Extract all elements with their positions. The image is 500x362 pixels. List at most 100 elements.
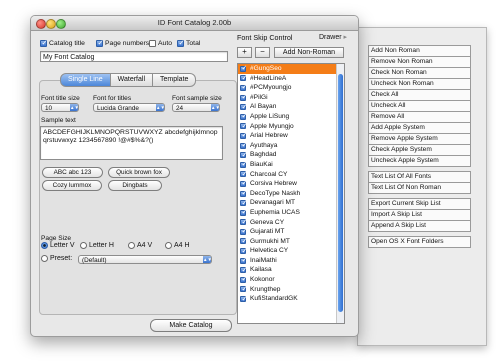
- checkbox-checked-icon: [240, 208, 247, 218]
- checkbox-checked-icon: [240, 74, 247, 83]
- radio-letter-h[interactable]: Letter H: [80, 242, 114, 249]
- checkbox-checked-icon: [240, 256, 247, 266]
- list-item[interactable]: Charcoal CY: [238, 170, 344, 179]
- list-item[interactable]: Ayuthaya: [238, 141, 344, 151]
- open-font-folders-button[interactable]: Open OS X Font Folders: [368, 236, 471, 248]
- font-title-size-select[interactable]: 10 ▲▼: [41, 103, 79, 112]
- checkbox-checked-icon: [240, 64, 247, 74]
- list-item[interactable]: InaiMathi: [238, 256, 344, 266]
- font-for-titles-select[interactable]: Lucida Grande ▲▼: [93, 103, 165, 112]
- font-name: Helvetica CY: [250, 247, 289, 255]
- font-name: KufiStandardGK: [250, 295, 298, 303]
- list-scrollbar[interactable]: [336, 64, 344, 323]
- list-item[interactable]: BiauKai: [238, 160, 344, 170]
- list-item[interactable]: #HeadLineA: [238, 74, 344, 83]
- checkbox-checked-icon: [240, 131, 247, 141]
- preset-abc-button[interactable]: ABC abc 123: [42, 167, 103, 178]
- list-item[interactable]: KufiStandardGK: [238, 294, 344, 304]
- font-for-titles-label: Font for titles: [93, 95, 132, 102]
- list-item[interactable]: Helvetica CY: [238, 246, 344, 256]
- main-window: ID Font Catalog 2.00b Catalog title Page…: [30, 15, 359, 337]
- list-item[interactable]: Euphemia UCAS: [238, 208, 344, 218]
- preset-value: (Default): [82, 257, 107, 264]
- font-name: Charcoal CY: [250, 170, 288, 178]
- radio-preset[interactable]: Preset:: [41, 255, 72, 262]
- preset-select[interactable]: (Default) ▲▼: [78, 255, 212, 264]
- tab-template[interactable]: Template: [153, 73, 197, 87]
- checkbox-checked-icon: [240, 189, 247, 199]
- list-item[interactable]: Kokonor: [238, 275, 344, 285]
- checkbox-checked-icon: [240, 199, 247, 208]
- remove-font-button[interactable]: −: [255, 47, 270, 58]
- font-sample-size-value: 24: [176, 105, 184, 112]
- checkbox-checked-icon: [240, 247, 247, 256]
- list-item[interactable]: #PCMyoungjo: [238, 83, 344, 93]
- total-label: Total: [186, 40, 201, 47]
- checkbox-checked-icon: [240, 227, 247, 237]
- list-item[interactable]: Baghdad: [238, 150, 344, 160]
- chevron-up-down-icon: ▲▼: [203, 256, 212, 263]
- radio-a4-v[interactable]: A4 V: [128, 242, 152, 249]
- scrollbar-thumb[interactable]: [338, 74, 343, 312]
- add-non-roman-button[interactable]: Add Non-Roman: [274, 47, 344, 58]
- list-item[interactable]: #PilGi: [238, 93, 344, 103]
- catalog-title-checkbox[interactable]: Catalog title: [40, 39, 85, 47]
- total-checkbox[interactable]: Total: [177, 39, 201, 47]
- add-font-button[interactable]: +: [237, 47, 252, 58]
- uncheck-apple-system-button[interactable]: Uncheck Apple System: [368, 155, 471, 167]
- make-catalog-button[interactable]: Make Catalog: [150, 319, 232, 332]
- list-item[interactable]: Geneva CY: [238, 218, 344, 227]
- preset-quick-brown-fox-button[interactable]: Quick brown fox: [108, 167, 170, 178]
- preset-cozy-lummox-button[interactable]: Cozy lummox: [42, 180, 102, 191]
- list-item[interactable]: Apple Myungjo: [238, 122, 344, 131]
- checkbox-checked-icon: [240, 141, 247, 151]
- preset-dingbats-button[interactable]: Dingbats: [108, 180, 162, 191]
- text-list-non-roman-button[interactable]: Text List Of Non Roman: [368, 182, 471, 194]
- font-name: Gujarati MT: [250, 228, 285, 236]
- append-skip-list-button[interactable]: Append A Skip List: [368, 220, 471, 232]
- chevron-up-down-icon: ▲▼: [156, 104, 165, 111]
- font-name: Kailasa: [250, 266, 272, 274]
- checkbox-checked-icon: [240, 218, 247, 227]
- radio-preset-label: Preset:: [50, 255, 73, 262]
- font-sample-size-select[interactable]: 24 ▲▼: [172, 103, 220, 112]
- drawer-toggle[interactable]: Drawer ▸: [319, 33, 347, 41]
- checkbox-checked-icon: [240, 122, 247, 131]
- checkbox-unchecked-icon: [149, 40, 156, 47]
- font-name: Kokonor: [250, 276, 275, 284]
- font-name: #GungSeo: [250, 65, 282, 72]
- radio-letter-v[interactable]: Letter V: [41, 242, 75, 249]
- auto-checkbox[interactable]: Auto: [149, 40, 172, 47]
- radio-letter-v-label: Letter V: [50, 242, 75, 249]
- font-name: InaiMathi: [250, 256, 277, 264]
- checkbox-checked-icon: [240, 93, 247, 103]
- catalog-title-input[interactable]: My Font Catalog: [40, 51, 228, 62]
- list-item[interactable]: Kailasa: [238, 265, 344, 275]
- font-name: Apple LiSung: [250, 112, 290, 120]
- list-item[interactable]: Gurmukhi MT: [238, 237, 344, 247]
- font-name: Al Bayan: [250, 103, 277, 111]
- radio-unselected-icon: [165, 242, 172, 249]
- radio-a4-h[interactable]: A4 H: [165, 242, 190, 249]
- skip-control-title: Font Skip Control: [237, 33, 293, 42]
- list-item[interactable]: Apple LiSung: [238, 112, 344, 122]
- radio-letter-h-label: Letter H: [89, 242, 114, 249]
- list-item[interactable]: #GungSeo: [238, 64, 344, 74]
- list-item[interactable]: Arial Hebrew: [238, 131, 344, 141]
- page-numbers-checkbox[interactable]: Page numbers: [96, 39, 149, 47]
- font-for-titles-value: Lucida Grande: [97, 105, 139, 112]
- list-item[interactable]: Gujarati MT: [238, 227, 344, 237]
- tab-single-line[interactable]: Single Line: [60, 73, 111, 87]
- auto-label: Auto: [158, 40, 172, 47]
- font-name: Arial Hebrew: [250, 132, 288, 140]
- tab-waterfall[interactable]: Waterfall: [110, 73, 153, 87]
- font-name: Baghdad: [250, 151, 277, 159]
- list-item[interactable]: Al Bayan: [238, 102, 344, 112]
- list-item[interactable]: Corsiva Hebrew: [238, 179, 344, 189]
- checkbox-checked-icon: [40, 39, 47, 47]
- sample-text-area[interactable]: ABCDEFGHIJKLMNOPQRSTUVWXYZ abcdefghijklm…: [40, 126, 223, 160]
- list-item[interactable]: Krungthep: [238, 285, 344, 295]
- list-item[interactable]: Devanagari MT: [238, 198, 344, 208]
- list-item[interactable]: DecoType Naskh: [238, 189, 344, 199]
- font-name: Corsiva Hebrew: [250, 180, 297, 188]
